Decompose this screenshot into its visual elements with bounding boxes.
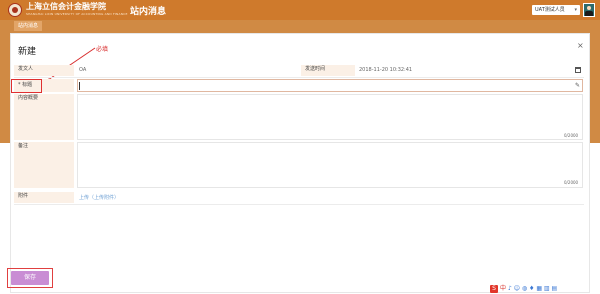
user-name: UAT测试人员 — [535, 7, 565, 13]
sogou-s-icon: S — [490, 285, 498, 293]
chevron-down-icon: ▾ — [574, 7, 577, 13]
upload-attachment-link[interactable]: 上传（上传附件） — [79, 194, 119, 203]
page-title: 站内消息 — [130, 7, 167, 17]
content-textarea[interactable] — [77, 94, 583, 140]
row-divider — [14, 204, 584, 205]
attachment-label: 附件 — [14, 192, 74, 203]
top-bar: 上海立信会计金融学院 SHANGHAI LIXIN UNIVERSITY OF … — [0, 0, 600, 20]
background-band-right — [590, 33, 600, 143]
row-divider — [14, 77, 584, 78]
breadcrumb-tab[interactable]: 站内消息 — [14, 21, 43, 31]
subject-label-highlight — [11, 79, 42, 93]
school-seal-icon — [8, 3, 22, 17]
save-button-highlight — [7, 268, 53, 288]
toolbar-char: 中 — [500, 285, 507, 292]
sub-bar — [0, 20, 600, 33]
remark-label: 备注 — [14, 142, 74, 188]
avatar[interactable] — [583, 3, 595, 17]
text-cursor — [79, 82, 80, 90]
calendar-icon[interactable] — [575, 67, 581, 73]
send-time-value: 2018-11-20 10:32:41 — [359, 67, 413, 73]
user-menu[interactable]: UAT测试人员 ▾ — [532, 5, 580, 15]
school-logo-subtitle: SHANGHAI LIXIN UNIVERSITY OF ACCOUNTING … — [26, 12, 128, 16]
school-logo-title: 上海立信会计金融学院 — [26, 1, 106, 11]
new-message-modal: 新建 × 必填 发文人 OA 发送时间 2018-11-20 10:32:41 … — [7, 33, 590, 293]
sender-value: OA — [79, 67, 87, 73]
remark-counter: 0/2000 — [564, 180, 579, 185]
content-label: 内容概要 — [14, 94, 74, 140]
toolbar-icons: ♪ ☺ ◍ ♦ ▦ ▥ ▤ — [508, 285, 558, 292]
edit-pencil-icon[interactable]: ✎ — [575, 82, 580, 89]
subject-input[interactable] — [77, 79, 583, 92]
remark-textarea[interactable] — [77, 142, 583, 188]
content-counter: 0/2000 — [564, 133, 579, 138]
input-method-toolbar: S 中 ♪ ☺ ◍ ♦ ▦ ▥ ▤ — [490, 283, 557, 293]
background-band-left — [0, 33, 10, 143]
send-time-label: 发送时间 — [301, 65, 355, 76]
sender-label: 发文人 — [14, 65, 74, 76]
